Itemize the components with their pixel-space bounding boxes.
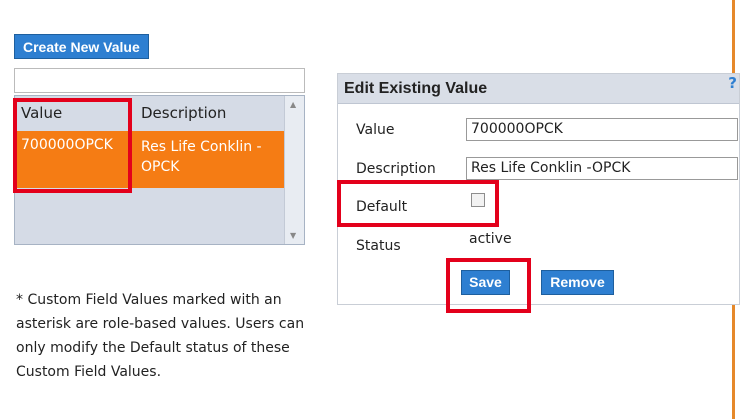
- status-value: active: [469, 231, 512, 247]
- column-header-description[interactable]: Description: [141, 104, 226, 122]
- list-item[interactable]: 700000OPCK Res Life Conklin -OPCK: [16, 131, 285, 188]
- scroll-down-arrow-icon[interactable]: ▼: [290, 231, 296, 240]
- default-label: Default: [356, 199, 408, 215]
- panel-title: Edit Existing Value: [338, 74, 739, 104]
- values-list-scrollbar[interactable]: ▲ ▼: [284, 96, 304, 244]
- description-label: Description: [356, 161, 436, 177]
- list-item-value: 700000OPCK: [21, 137, 113, 153]
- list-item-description: Res Life Conklin -OPCK: [141, 139, 262, 175]
- role-based-note: * Custom Field Values marked with an ast…: [16, 292, 305, 380]
- scroll-up-arrow-icon[interactable]: ▲: [290, 100, 296, 109]
- save-button[interactable]: Save: [461, 270, 510, 295]
- edit-existing-value-panel: Edit Existing Value ? Value 700000OPCK D…: [337, 73, 740, 305]
- help-icon[interactable]: ?: [728, 74, 737, 92]
- status-label: Status: [356, 238, 401, 254]
- value-field[interactable]: 700000OPCK: [466, 118, 738, 141]
- remove-button[interactable]: Remove: [541, 270, 614, 295]
- values-list-header: Value Description: [15, 102, 285, 126]
- description-field[interactable]: Res Life Conklin -OPCK: [466, 157, 738, 180]
- create-new-value-button[interactable]: Create New Value: [14, 34, 149, 59]
- values-list: Value Description 700000OPCK Res Life Co…: [14, 95, 305, 245]
- column-header-value[interactable]: Value: [21, 104, 62, 122]
- default-checkbox[interactable]: [471, 193, 485, 207]
- value-label: Value: [356, 122, 395, 138]
- values-filter-input[interactable]: [14, 68, 305, 93]
